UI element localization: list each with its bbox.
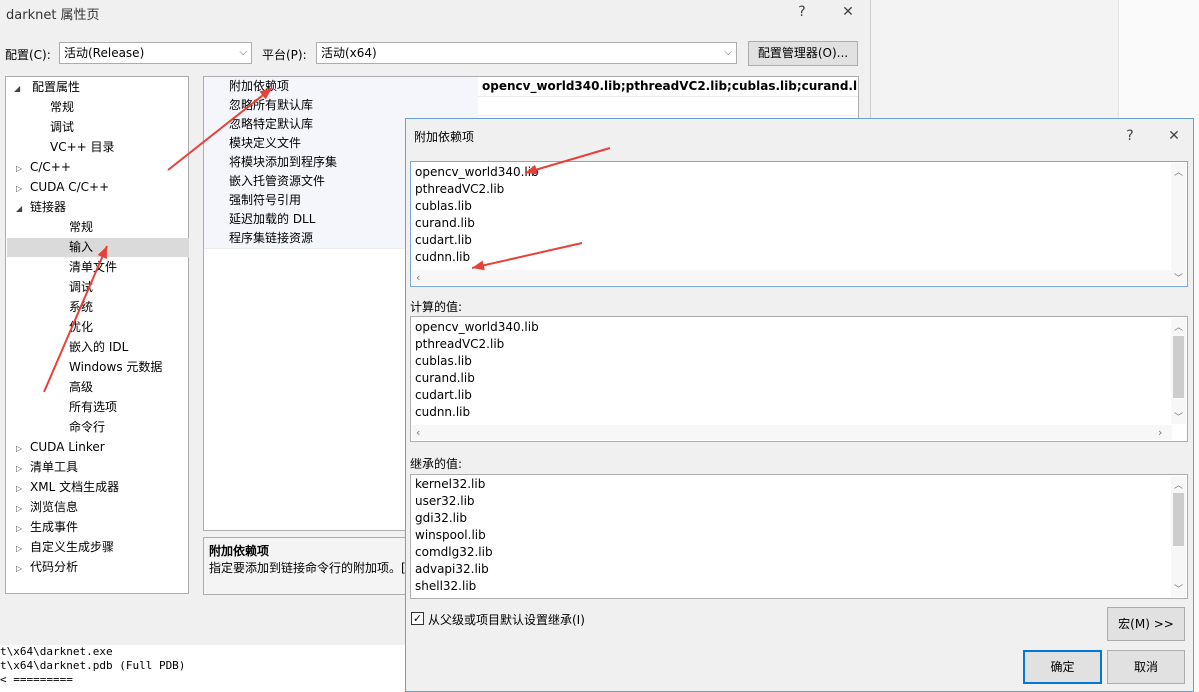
- arrowhead: [97, 246, 107, 259]
- annotation-arrow: [167, 87, 273, 171]
- arrowhead: [472, 260, 485, 271]
- annotation-arrow: [471, 242, 583, 269]
- arrowhead: [525, 164, 538, 175]
- annotation-arrows: [43, 87, 611, 393]
- annotation-arrow: [43, 245, 108, 393]
- annotation-arrow: [524, 147, 611, 174]
